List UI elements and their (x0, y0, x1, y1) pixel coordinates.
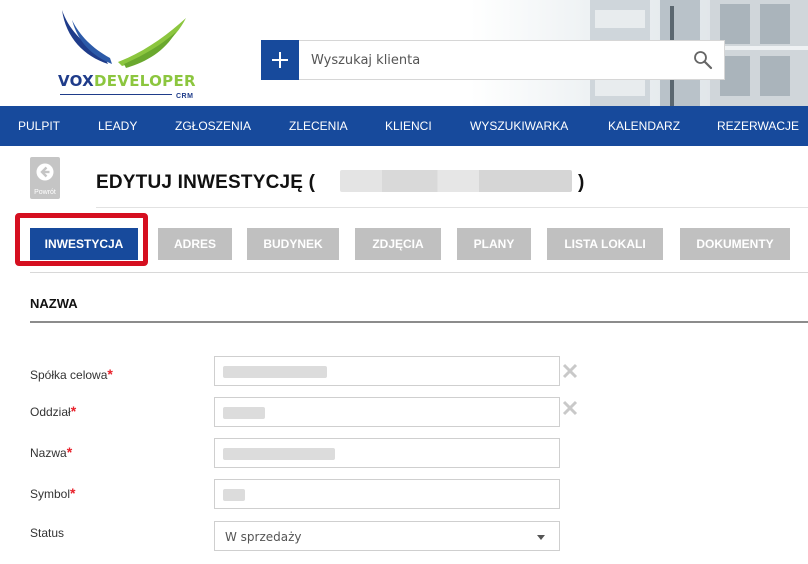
nav-item-rezerwacje[interactable]: REZERWACJE (717, 106, 799, 146)
nav-item-klienci[interactable]: KLIENCI (385, 106, 432, 146)
field-label-status: Status (30, 526, 65, 540)
wings-icon (62, 10, 186, 68)
clear-icon[interactable] (562, 363, 578, 379)
main-nav: PULPIT LEADY ZGŁOSZENIA ZLECENIA KLIENCI… (0, 106, 808, 146)
nav-item-wyszukiwarka[interactable]: WYSZUKIWARKA (470, 106, 568, 146)
nav-item-pulpit[interactable]: PULPIT (18, 106, 60, 146)
logo-part-developer: DEVELOPER (94, 72, 196, 90)
title-divider (96, 207, 808, 208)
oddzial-field[interactable] (214, 397, 560, 427)
search-icon[interactable] (693, 50, 713, 70)
redacted-investment-name (340, 170, 572, 192)
status-selected-value: W sprzedaży (225, 530, 302, 544)
status-select[interactable]: W sprzedaży (214, 521, 560, 551)
nav-item-zlecenia[interactable]: ZLECENIA (289, 106, 348, 146)
tab-lista-lokali[interactable]: LISTA LOKALI (547, 228, 663, 260)
field-label-oddzial: Oddział* (30, 403, 76, 419)
nav-item-kalendarz[interactable]: KALENDARZ (608, 106, 680, 146)
spolka-celowa-field[interactable] (214, 356, 560, 386)
logo-underline (60, 94, 172, 95)
active-tab-highlight (15, 213, 148, 266)
plus-icon (272, 52, 288, 68)
search-input[interactable] (299, 40, 725, 80)
tab-dokumenty[interactable]: DOKUMENTY (680, 228, 790, 260)
nav-item-leady[interactable]: LEADY (98, 106, 137, 146)
nazwa-field[interactable] (214, 438, 560, 468)
app-header: VOXDEVELOPER CRM (0, 0, 808, 106)
field-label-nazwa: Nazwa* (30, 444, 72, 460)
client-search (261, 40, 725, 80)
redacted-value (223, 407, 265, 419)
caret-down-icon (537, 535, 545, 540)
back-button[interactable]: Powrót (30, 157, 60, 199)
tab-budynek[interactable]: BUDYNEK (247, 228, 339, 260)
nav-item-zgloszenia[interactable]: ZGŁOSZENIA (175, 106, 251, 146)
required-mark: * (66, 444, 73, 460)
tab-zdjecia[interactable]: ZDJĘCIA (355, 228, 441, 260)
label-text: Spółka celowa (30, 368, 108, 382)
redacted-value (223, 366, 327, 378)
required-mark: * (107, 366, 113, 382)
required-mark: * (70, 403, 77, 419)
logo-part-vox: VOX (58, 72, 95, 90)
symbol-field[interactable] (214, 479, 560, 509)
tab-adres[interactable]: ADRES (158, 228, 232, 260)
tab-plany[interactable]: PLANY (457, 228, 531, 260)
logo-wordmark: VOXDEVELOPER (58, 72, 196, 90)
label-text: Nazwa (30, 446, 67, 460)
clear-icon[interactable] (562, 400, 578, 416)
page-title: EDYTUJ INWESTYCJĘ ( (96, 172, 316, 193)
logo-crm: CRM (176, 93, 194, 100)
tabs-divider (30, 272, 808, 273)
label-text: Symbol (30, 487, 71, 501)
vox-developer-logo[interactable]: VOXDEVELOPER CRM (26, 6, 216, 102)
back-label: Powrót (34, 189, 56, 196)
add-client-button[interactable] (261, 40, 299, 80)
arrow-left-icon (36, 163, 54, 181)
required-mark: * (70, 485, 76, 501)
section-title: NAZWA (30, 296, 78, 311)
redacted-value (223, 448, 335, 460)
field-label-spolka-celowa: Spółka celowa* (30, 366, 113, 382)
redacted-value (223, 489, 245, 501)
field-label-symbol: Symbol* (30, 485, 75, 501)
section-divider (30, 321, 808, 323)
label-text: Oddział (30, 405, 71, 419)
page-title-close: ) (578, 172, 585, 193)
